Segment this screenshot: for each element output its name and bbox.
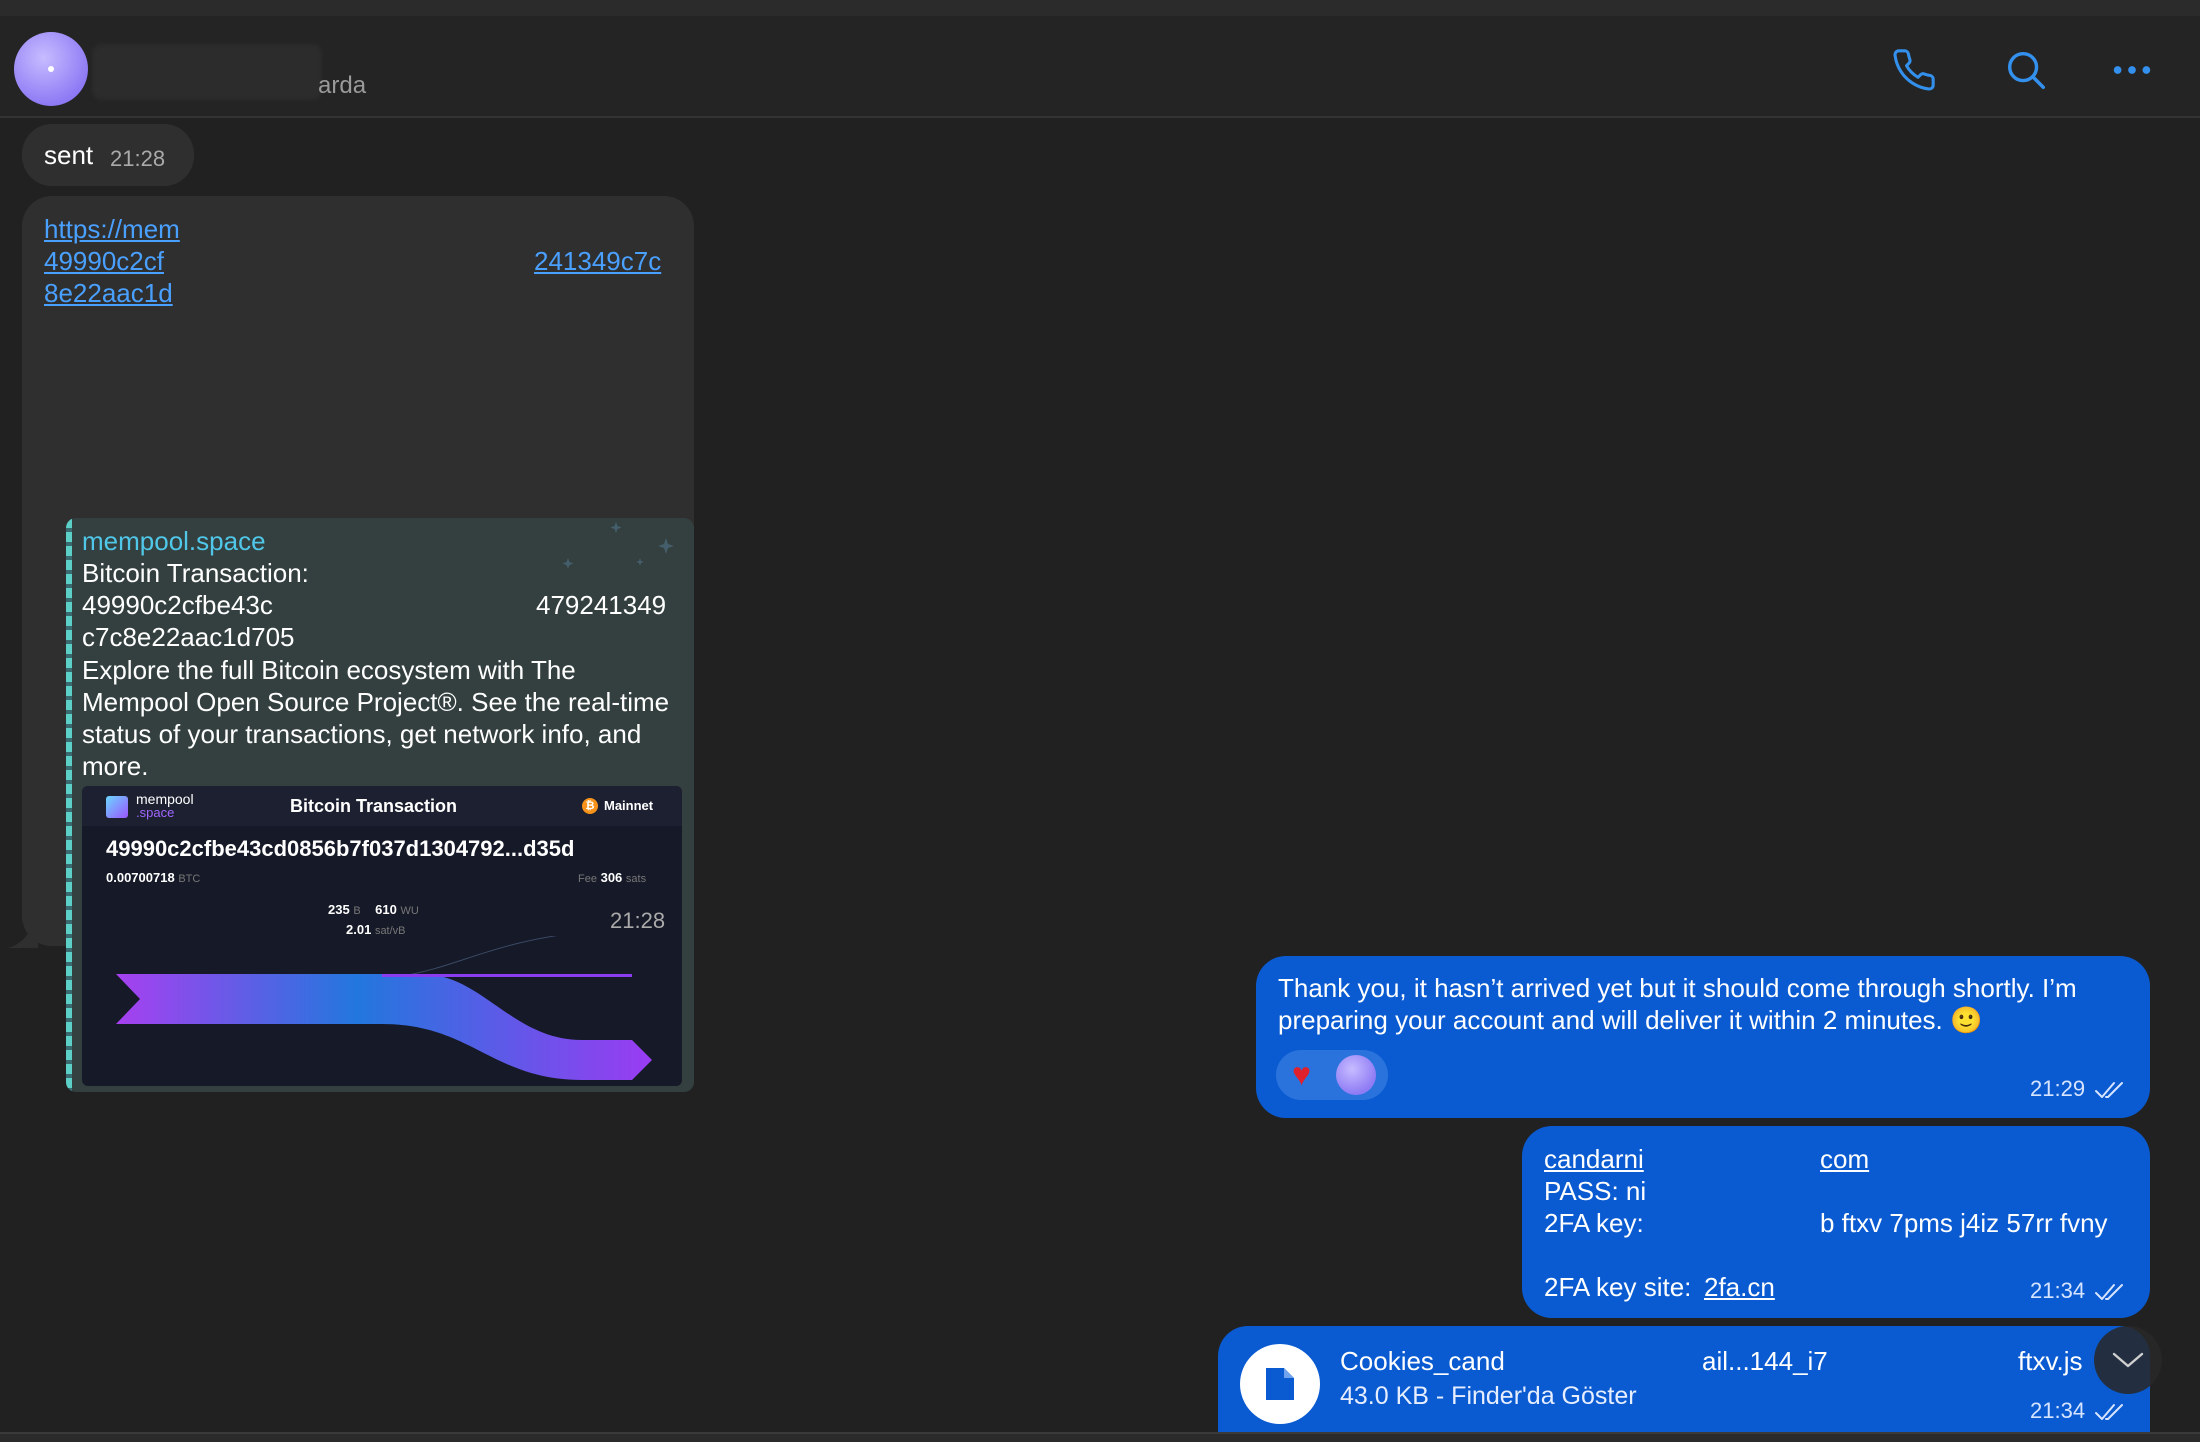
- message-link[interactable]: 8e22aac1d: [44, 278, 173, 309]
- weight-unit: WU: [400, 905, 419, 917]
- scroll-down-button[interactable]: [2094, 1326, 2162, 1394]
- file-name: ail...144_i7: [1702, 1346, 1828, 1376]
- message-link[interactable]: https://mem: [44, 214, 180, 245]
- message-bubble-outgoing[interactable]: candarni com PASS: ni 2FA key: b ftxv 7p…: [1522, 1126, 2150, 1318]
- redacted-area: [298, 588, 498, 622]
- network-label: Mainnet: [604, 798, 654, 813]
- bubble-tail: [8, 920, 38, 948]
- preview-hash: 49990c2cfbe43c: [82, 590, 273, 620]
- call-button[interactable]: [1882, 38, 1946, 102]
- message-link[interactable]: 49990c2cf: [44, 246, 164, 277]
- twofa-site-label: 2FA key site:: [1544, 1272, 1699, 1302]
- fee-value: 306: [600, 870, 623, 885]
- fee: Fee 306 sats: [578, 870, 646, 885]
- message-bubble-outgoing-file[interactable]: Cookies_cand ail...144_i7 ftxv.js 43.0 K…: [1218, 1326, 2150, 1440]
- size-unit: B: [353, 905, 361, 917]
- preview-hash: 479241349: [536, 590, 667, 620]
- rate-value: 2.01: [346, 922, 372, 937]
- size-value: 235: [328, 902, 350, 917]
- message-time: 21:34: [2030, 1398, 2086, 1423]
- card-logo-subtext: .space: [136, 805, 175, 820]
- email-link[interactable]: candarni: [1544, 1144, 1644, 1175]
- preview-title: Bitcoin Transaction:: [82, 558, 309, 588]
- card-logo-text: mempool: [136, 791, 194, 807]
- more-icon: [2113, 66, 2151, 74]
- twofa-label: 2FA key:: [1544, 1208, 1644, 1238]
- read-check-icon: [2095, 1404, 2123, 1420]
- card-title: Bitcoin Transaction: [290, 796, 458, 816]
- link-preview[interactable]: mempool.space Bitcoin Transaction: 49990…: [66, 518, 694, 1092]
- amount-unit: BTC: [178, 873, 201, 885]
- message-time: 21:28: [610, 908, 666, 933]
- message-bubble-incoming[interactable]: sent 21:28: [22, 124, 194, 186]
- reactor-avatar: [1336, 1055, 1376, 1095]
- file-name: Cookies_cand: [1340, 1346, 1505, 1376]
- read-check-icon: [2095, 1284, 2123, 1300]
- read-check-icon: [2095, 1082, 2123, 1098]
- message-time: 21:28: [110, 146, 166, 171]
- txid: 49990c2cfbe43cd0856b7f037d1304792...d35d: [106, 836, 575, 861]
- more-button[interactable]: [2100, 38, 2164, 102]
- preview-hash: c7c8e22aac1d705: [82, 622, 295, 652]
- amount: 0.00700718 BTC: [106, 870, 200, 885]
- file-icon: [1266, 1368, 1294, 1400]
- chat-header: arda: [0, 16, 2200, 118]
- preview-description: Explore the full Bitcoin ecosystem with …: [82, 655, 670, 781]
- message-time: 21:29: [2030, 1076, 2086, 1101]
- weight-value: 610: [375, 902, 397, 917]
- sparkle-icon: [562, 522, 674, 569]
- composer-edge: [0, 1432, 2200, 1442]
- message-bubble-incoming-link[interactable]: https://mem 49990c2cf 241349c7c 8e22aac1…: [22, 196, 694, 1092]
- bitcoin-icon: ₿: [582, 798, 598, 814]
- email-link[interactable]: com: [1820, 1144, 1869, 1175]
- file-meta[interactable]: 43.0 KB - Finder'da Göster: [1340, 1382, 1637, 1411]
- contact-status: arda: [318, 72, 367, 99]
- fee-unit: sats: [625, 873, 647, 885]
- message-text: Thank you, it hasn’t arrived yet but it …: [1278, 973, 2077, 1035]
- preview-site-name: mempool.space: [82, 526, 266, 556]
- message-bubble-outgoing[interactable]: Thank you, it hasn’t arrived yet but it …: [1256, 956, 2150, 1118]
- tx-size: 235 B 610 WU: [328, 902, 419, 917]
- chevron-down-icon: [2112, 1352, 2144, 1368]
- amount-value: 0.00700718: [106, 870, 175, 885]
- message-link[interactable]: 241349c7c: [534, 246, 661, 277]
- preview-accent-bar: [66, 518, 72, 1092]
- twofa-site-link[interactable]: 2fa.cn: [1704, 1272, 1775, 1303]
- preview-image[interactable]: mempool .space Bitcoin Transaction ₿ Mai…: [82, 786, 682, 1086]
- twofa-value: b ftxv 7pms j4iz 57rr fvny: [1820, 1208, 2108, 1238]
- file-name: ftxv.js: [2018, 1346, 2083, 1376]
- heart-icon: ♥: [1292, 1056, 1311, 1092]
- tx-rate: 2.01 sat/vB: [346, 922, 406, 937]
- avatar[interactable]: [14, 32, 88, 106]
- search-icon: [2007, 51, 2045, 89]
- file-icon-button[interactable]: [1240, 1344, 1320, 1424]
- mempool-logo-icon: [106, 796, 128, 818]
- flow-diagram: [116, 936, 652, 1080]
- window-top-strip: [0, 0, 2200, 16]
- message-text: sent: [44, 140, 94, 170]
- search-button[interactable]: [1994, 38, 2058, 102]
- fee-label: Fee: [578, 873, 597, 885]
- reaction-chip[interactable]: ♥: [1276, 1050, 1388, 1100]
- phone-icon: [1893, 49, 1935, 91]
- password-line: PASS: ni: [1544, 1176, 1647, 1206]
- message-time: 21:34: [2030, 1278, 2086, 1303]
- contact-name-redacted: [92, 44, 322, 100]
